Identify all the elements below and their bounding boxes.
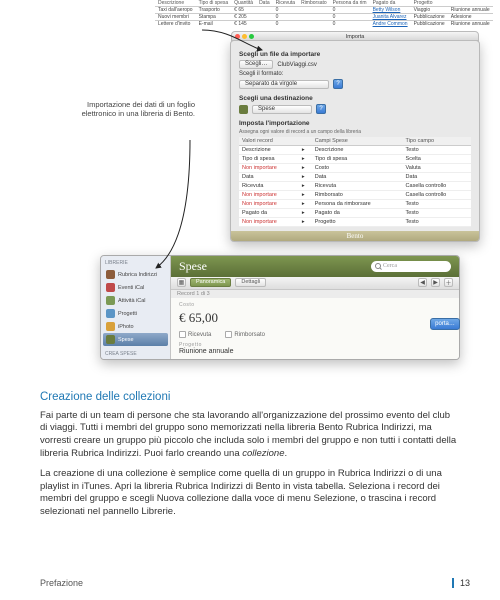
- cost-label: Costo: [179, 302, 451, 308]
- checkbox-icon: [225, 331, 232, 338]
- format-label: Scegli il formato:: [239, 71, 283, 77]
- expenses-icon: [106, 335, 115, 344]
- table-row: Lettere d'invitoE-mail€ 14500Andre Commo…: [155, 21, 493, 28]
- view-toolbar: ▦ Panoramica Dettagli ◀ ▶ ＋: [171, 277, 459, 290]
- search-icon: [375, 263, 381, 269]
- body-paragraph: Fai parte di un team di persone che sta …: [40, 410, 460, 461]
- addressbook-icon: [106, 270, 115, 279]
- page-footer: Prefazione 13: [40, 578, 470, 588]
- footer-section: Prefazione: [40, 578, 83, 588]
- tasks-icon: [106, 296, 115, 305]
- format-select[interactable]: Separato da virgole: [239, 80, 329, 89]
- configure-hint: Assegna ogni valore di record a un campo…: [239, 129, 471, 135]
- mapping-row[interactable]: Data▸DataData: [239, 173, 471, 182]
- library-title-band: Spese Cerca: [171, 256, 459, 277]
- reimbursed-checkbox[interactable]: Rimborsato: [225, 331, 265, 338]
- sidebar-item-addressbook[interactable]: Rubrica Indirizzi: [103, 268, 168, 281]
- mapping-row[interactable]: Non importare▸ProgettoTesto: [239, 218, 471, 227]
- sidebar-item-ical-tasks[interactable]: Attività iCal: [103, 294, 168, 307]
- collections-header: Crea Spese: [103, 349, 168, 359]
- section-choose-file: Scegli un file da importare: [239, 51, 471, 58]
- calendar-icon: [106, 283, 115, 292]
- section-heading: Creazione delle collezioni: [40, 390, 460, 406]
- mapping-row[interactable]: Non importare▸Persona da rimborsareTesto: [239, 200, 471, 209]
- record-form: Costo € 65,00 Ricevuta Rimborsato Proget…: [171, 298, 459, 359]
- page-number: 13: [452, 578, 470, 588]
- source-spreadsheet: DescrizioneTipo di spesa QuantitàData Ri…: [155, 0, 493, 27]
- prev-record-button[interactable]: ◀: [418, 278, 427, 287]
- choose-file-button[interactable]: Scegli…: [239, 60, 273, 69]
- sidebar-item-iphoto[interactable]: iPhoto: [103, 320, 168, 333]
- mapping-row[interactable]: Non importare▸RimborsatoCasella controll…: [239, 191, 471, 200]
- grid-view-button[interactable]: ▦: [177, 278, 186, 287]
- dialog-title: Importa: [346, 34, 365, 40]
- record-counter: Record 1 di 3: [171, 290, 459, 298]
- table-row: Nuovi membriStampa€ 20500Juanita Alvarez…: [155, 14, 493, 21]
- section-choose-dest: Scegli una destinazione: [239, 95, 471, 102]
- field-mapping-table: Valori recordCampi SpeseTipo campo Descr…: [239, 137, 471, 227]
- section-configure: Imposta l'importazione: [239, 120, 471, 127]
- close-icon[interactable]: [235, 34, 240, 39]
- sidebar-item-projects[interactable]: Progetti: [103, 307, 168, 320]
- destination-select[interactable]: Spese: [252, 105, 312, 114]
- body-paragraph: La creazione di una collezione è semplic…: [40, 468, 460, 519]
- cost-value: € 65,00: [179, 310, 451, 326]
- library-title: Spese: [179, 259, 207, 274]
- tab-overview[interactable]: Panoramica: [190, 278, 231, 287]
- format-row: Scegli il formato:: [239, 71, 471, 77]
- dialog-titlebar: Importa: [231, 31, 479, 41]
- tab-details[interactable]: Dettagli: [235, 278, 266, 287]
- minimize-icon[interactable]: [242, 34, 247, 39]
- add-record-button[interactable]: ＋: [444, 278, 453, 287]
- iphoto-icon: [106, 322, 115, 331]
- format-help-button[interactable]: ?: [333, 79, 343, 89]
- receipt-checkbox[interactable]: Ricevuta: [179, 331, 211, 338]
- mapping-row[interactable]: Pagato da▸Pagato daTesto: [239, 209, 471, 218]
- checkbox-icon: [179, 331, 186, 338]
- mapping-row[interactable]: Non importare▸CostoValuta: [239, 164, 471, 173]
- mapping-row[interactable]: Ricevuta▸RicevutaCasella controllo: [239, 182, 471, 191]
- figure-callout: Importazione dei dati di un foglio elett…: [80, 100, 195, 119]
- search-input[interactable]: Cerca: [371, 261, 451, 272]
- table-row: Taxi dall'aeropoTrasporto€ 6500Betty Wil…: [155, 7, 493, 14]
- project-value: Riunione annuale: [179, 348, 451, 355]
- library-icon: [239, 105, 248, 114]
- bento-library-window: LIBRERIE Rubrica Indirizzi Eventi iCal A…: [100, 255, 460, 360]
- projects-icon: [106, 309, 115, 318]
- mapping-row[interactable]: Tipo di spesa▸Tipo di spesaScelta: [239, 155, 471, 164]
- window-titlebar: [101, 255, 459, 256]
- libraries-sidebar: LIBRERIE Rubrica Indirizzi Eventi iCal A…: [101, 256, 171, 359]
- export-button[interactable]: porta…: [430, 318, 460, 330]
- chosen-file-name: ClubViaggi.csv: [277, 62, 317, 68]
- next-record-button[interactable]: ▶: [431, 278, 440, 287]
- sidebar-item-spese[interactable]: Spese: [103, 333, 168, 346]
- import-dialog: Importa Scegli un file da importare Sceg…: [230, 40, 480, 242]
- mapping-row[interactable]: Descrizione▸DescrizioneTesto: [239, 146, 471, 155]
- sidebar-item-ical-events[interactable]: Eventi iCal: [103, 281, 168, 294]
- sidebar-header: LIBRERIE: [103, 258, 168, 268]
- dialog-footer-brand: Bento: [231, 231, 479, 241]
- zoom-icon[interactable]: [249, 34, 254, 39]
- destination-help-button[interactable]: ?: [316, 104, 326, 114]
